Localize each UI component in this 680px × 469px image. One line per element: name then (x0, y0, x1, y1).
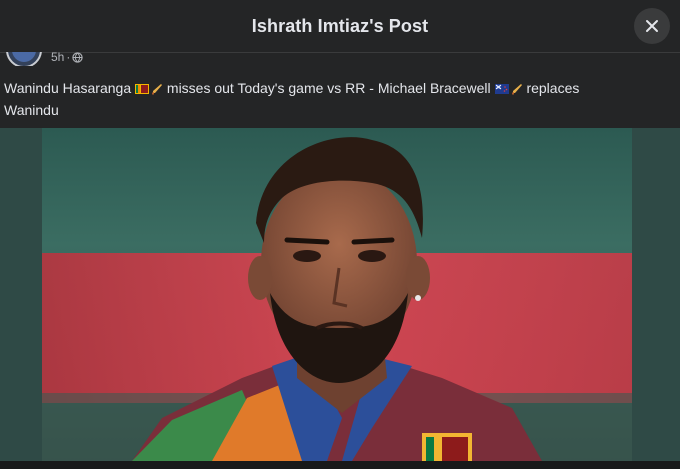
post-image-area[interactable] (0, 128, 680, 461)
globe-icon (72, 52, 84, 63)
cricket-bat-icon (511, 80, 523, 100)
cricket-bat-icon (151, 80, 163, 100)
player-photo (42, 128, 632, 461)
post-time[interactable]: 5h · (51, 52, 84, 64)
post-text: Wanindu Hasaranga misses out Today's gam… (4, 78, 664, 120)
close-icon (646, 20, 658, 32)
post-text-end: replaces (526, 80, 580, 96)
dialog-title: Ishrath Imtiaz's Post (251, 15, 429, 36)
new-zealand-flag-icon (494, 80, 511, 100)
post-text-line2: Wanindu (4, 102, 59, 118)
sri-lanka-flag-icon (135, 80, 151, 100)
post-text-middle: misses out Today's game vs RR - Michael … (166, 80, 491, 96)
bottom-bar (0, 461, 680, 469)
avatar[interactable] (6, 52, 42, 66)
close-button[interactable] (634, 8, 670, 44)
post-photo[interactable] (42, 128, 632, 461)
dialog-header: Ishrath Imtiaz's Post (0, 0, 680, 53)
post-meta: 5h · (0, 52, 680, 66)
post-text-name: Wanindu Hasaranga (4, 80, 132, 96)
